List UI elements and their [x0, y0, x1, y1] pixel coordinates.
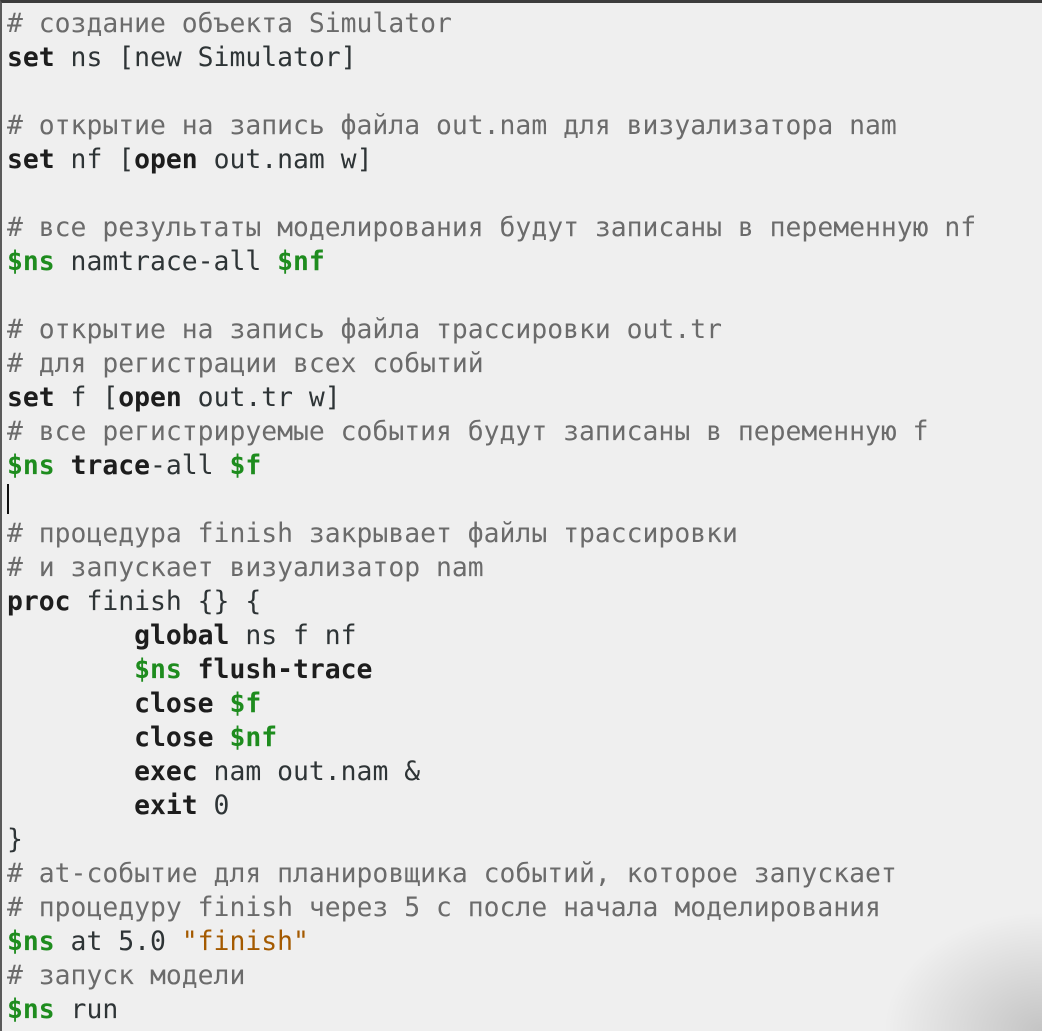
- code-line[interactable]: # процедура finish закрывает файлы трасс…: [7, 517, 1042, 551]
- text-cursor: [7, 484, 9, 514]
- code-line[interactable]: close $nf: [7, 721, 1042, 755]
- code-line[interactable]: set nf [open out.nam w]: [7, 143, 1042, 177]
- code-line[interactable]: exec nam out.nam &: [7, 755, 1042, 789]
- code-variable: $f: [229, 688, 262, 719]
- code-line[interactable]: global ns f nf: [7, 619, 1042, 653]
- code-comment: # процедура finish закрывает файлы трасс…: [7, 518, 738, 549]
- code-text: 0: [197, 790, 230, 821]
- code-line[interactable]: close $f: [7, 687, 1042, 721]
- code-comment: # все регистрируемые события будут запис…: [7, 416, 929, 447]
- code-text: ns f nf: [229, 620, 357, 651]
- code-text: run: [54, 994, 119, 1025]
- code-line[interactable]: ​: [7, 75, 1042, 109]
- code-text: ns [new Simulator]: [54, 42, 357, 73]
- code-comment: # открытие на запись файла трассировки o…: [7, 314, 722, 345]
- code-text: f [: [54, 382, 119, 413]
- code-keyword: trace: [70, 450, 151, 481]
- code-keyword: global: [134, 620, 230, 651]
- code-comment: # и запускает визуализатор nam: [7, 552, 484, 583]
- code-keyword: exec: [134, 756, 198, 787]
- code-line[interactable]: # открытие на запись файла трассировки o…: [7, 313, 1042, 347]
- code-line[interactable]: $ns run: [7, 993, 1042, 1027]
- code-comment: # создание объекта Simulator: [7, 8, 452, 39]
- code-line[interactable]: # все регистрируемые события будут запис…: [7, 415, 1042, 449]
- code-line[interactable]: [7, 483, 1042, 517]
- code-string: "finish": [181, 926, 309, 957]
- code-line[interactable]: # запуск модели: [7, 959, 1042, 993]
- code-line[interactable]: exit 0: [7, 789, 1042, 823]
- code-text: nam out.nam &: [197, 756, 421, 787]
- code-text: out.nam w]: [197, 144, 373, 175]
- code-line[interactable]: # для регистрации всех событий: [7, 347, 1042, 381]
- code-comment: # все результаты моделирования будут зап…: [7, 212, 977, 243]
- code-line[interactable]: $ns trace-all $f: [7, 449, 1042, 483]
- code-line[interactable]: $ns flush-trace: [7, 653, 1042, 687]
- code-keyword: close: [134, 722, 214, 753]
- code-line[interactable]: # все результаты моделирования будут зап…: [7, 211, 1042, 245]
- code-line[interactable]: ​: [7, 177, 1042, 211]
- code-keyword: close: [134, 688, 214, 719]
- code-text-area[interactable]: # создание объекта Simulator set ns [new …: [7, 7, 1042, 1027]
- code-line[interactable]: set ns [new Simulator]: [7, 41, 1042, 75]
- code-keyword: open: [118, 382, 182, 413]
- code-line[interactable]: }: [7, 823, 1042, 857]
- code-line[interactable]: $ns at 5.0 "finish": [7, 925, 1042, 959]
- code-keyword: flush-trace: [197, 654, 373, 685]
- code-line[interactable]: # открытие на запись файла out.nam для в…: [7, 109, 1042, 143]
- code-text: }: [7, 824, 23, 855]
- code-comment: # запуск модели: [7, 960, 246, 991]
- code-line[interactable]: ​: [7, 279, 1042, 313]
- code-text: finish {} {: [70, 586, 262, 617]
- code-comment: # открытие на запись файла out.nam для в…: [7, 110, 897, 141]
- code-line[interactable]: $ns namtrace-all $nf: [7, 245, 1042, 279]
- code-variable: $ns: [7, 450, 55, 481]
- code-line[interactable]: # и запускает визуализатор nam: [7, 551, 1042, 585]
- code-text: out.tr w]: [181, 382, 341, 413]
- code-keyword: set: [7, 382, 55, 413]
- code-variable: $nf: [229, 722, 278, 753]
- code-text: namtrace-all: [54, 246, 278, 277]
- code-text: -all: [150, 450, 230, 481]
- code-line[interactable]: # at-событие для планировщика событий, к…: [7, 857, 1042, 891]
- code-comment: # для регистрации всех событий: [7, 348, 484, 379]
- code-text: nf [: [54, 144, 135, 175]
- code-variable: $nf: [277, 246, 325, 277]
- code-keyword: set: [7, 144, 55, 175]
- code-variable: $f: [229, 450, 262, 481]
- code-variable: $ns: [7, 994, 55, 1025]
- code-keyword: proc: [7, 586, 71, 617]
- code-keyword: open: [134, 144, 198, 175]
- code-comment: # at-событие для планировщика событий, к…: [7, 858, 897, 889]
- code-variable: $ns: [134, 654, 182, 685]
- code-line[interactable]: proc finish {} {: [7, 585, 1042, 619]
- code-keyword: exit: [134, 790, 198, 821]
- code-editor[interactable]: # создание объекта Simulator set ns [new …: [0, 0, 1042, 1031]
- code-text: at 5.0: [54, 926, 182, 957]
- code-keyword: set: [7, 42, 55, 73]
- code-line[interactable]: set f [open out.tr w]: [7, 381, 1042, 415]
- code-variable: $ns: [7, 246, 55, 277]
- code-line[interactable]: # процедуру finish через 5 с после начал…: [7, 891, 1042, 925]
- code-line[interactable]: # создание объекта Simulator: [7, 7, 1042, 41]
- code-variable: $ns: [7, 926, 55, 957]
- code-comment: # процедуру finish через 5 с после начал…: [7, 892, 881, 923]
